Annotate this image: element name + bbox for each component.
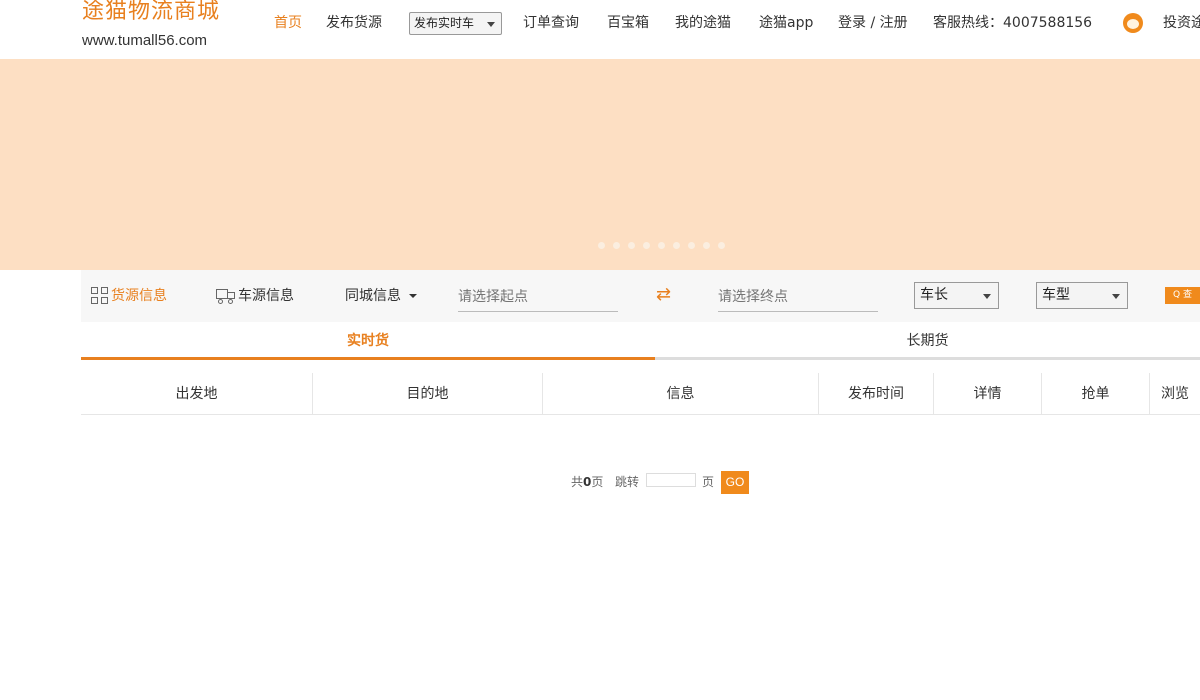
nav-order-query[interactable]: 订单查询 — [523, 13, 579, 33]
banner[interactable] — [0, 59, 1200, 270]
tab-live-cargo[interactable]: 实时货 — [81, 322, 655, 360]
column-header-info: 信息 — [543, 373, 819, 414]
publish-truck-select[interactable]: 发布实时车 — [409, 12, 502, 35]
nav-my-tumao[interactable]: 我的途猫 — [675, 13, 731, 33]
nav-toolbox[interactable]: 百宝箱 — [607, 13, 649, 33]
chevron-down-icon — [487, 22, 495, 27]
tab-truck-info-label: 车源信息 — [238, 288, 294, 304]
logo-title[interactable]: 途猫物流商城 — [82, 0, 220, 24]
banner-dot[interactable] — [628, 242, 635, 249]
banner-dot[interactable] — [613, 242, 620, 249]
nav-app[interactable]: 途猫app — [759, 13, 813, 33]
banner-dot[interactable] — [658, 242, 665, 249]
chevron-down-icon — [409, 294, 417, 298]
column-header-destination: 目的地 — [313, 373, 543, 414]
column-header-publish-time: 发布时间 — [819, 373, 934, 414]
nav-invest[interactable]: 投资途 — [1163, 13, 1200, 33]
column-header-origin: 出发地 — [81, 373, 313, 414]
column-header-grab-order: 抢单 — [1042, 373, 1150, 414]
grid-icon — [91, 287, 109, 305]
banner-dot[interactable] — [643, 242, 650, 249]
truck-length-select-label: 车长 — [920, 287, 948, 303]
start-point-input[interactable] — [458, 282, 618, 312]
end-point-input[interactable] — [718, 282, 878, 312]
tab-city-info-label: 同城信息 — [345, 288, 401, 304]
truck-type-select[interactable]: 车型 — [1036, 282, 1128, 309]
pager-page-unit: 页 — [702, 475, 715, 489]
banner-dot[interactable] — [598, 242, 605, 249]
truck-icon — [216, 288, 236, 304]
nav-hotline: 客服热线：4007588156 — [933, 15, 1093, 31]
search-button[interactable]: Q 查 — [1165, 287, 1200, 304]
pager-total: 共0页 — [571, 473, 603, 491]
nav-login[interactable]: 登录 / 注册 — [838, 13, 908, 33]
column-header-details: 详情 — [934, 373, 1042, 414]
tab-cargo-info[interactable]: 货源信息 — [91, 287, 167, 305]
page-number-input[interactable] — [646, 473, 696, 487]
tab-city-info[interactable]: 同城信息 — [345, 287, 417, 305]
nav-publish-cargo[interactable]: 发布货源 — [326, 13, 382, 33]
column-header-views: 浏览 — [1161, 386, 1189, 402]
tab-truck-info[interactable]: 车源信息 — [216, 287, 294, 305]
tab-long-term-cargo[interactable]: 长期货 — [655, 322, 1200, 360]
table-header: 出发地 目的地 信息 发布时间 详情 抢单 浏览 — [81, 373, 1200, 415]
pager-jump-label: 跳转 — [615, 475, 640, 489]
customer-service-icon[interactable] — [1123, 13, 1143, 33]
chevron-down-icon — [983, 294, 991, 299]
banner-dots — [598, 242, 725, 249]
pager-total-suffix: 页 — [591, 475, 604, 489]
nav-home[interactable]: 首页 — [274, 13, 302, 33]
go-button[interactable]: GO — [721, 471, 749, 494]
banner-dot[interactable] — [688, 242, 695, 249]
search-bar: 货源信息 车源信息 同城信息 ⇄ 车长 车型 Q 查 — [81, 270, 1200, 322]
swap-icon[interactable]: ⇄ — [656, 285, 678, 305]
tab-cargo-info-label: 货源信息 — [111, 288, 167, 304]
chevron-down-icon — [1112, 294, 1120, 299]
pager-total-prefix: 共 — [571, 475, 584, 489]
logo-url: www.tumall56.com — [82, 32, 208, 49]
banner-dot[interactable] — [703, 242, 710, 249]
truck-type-select-label: 车型 — [1042, 287, 1070, 303]
publish-truck-select-label: 发布实时车 — [414, 16, 475, 30]
truck-length-select[interactable]: 车长 — [914, 282, 999, 309]
banner-dot[interactable] — [718, 242, 725, 249]
banner-dot[interactable] — [673, 242, 680, 249]
